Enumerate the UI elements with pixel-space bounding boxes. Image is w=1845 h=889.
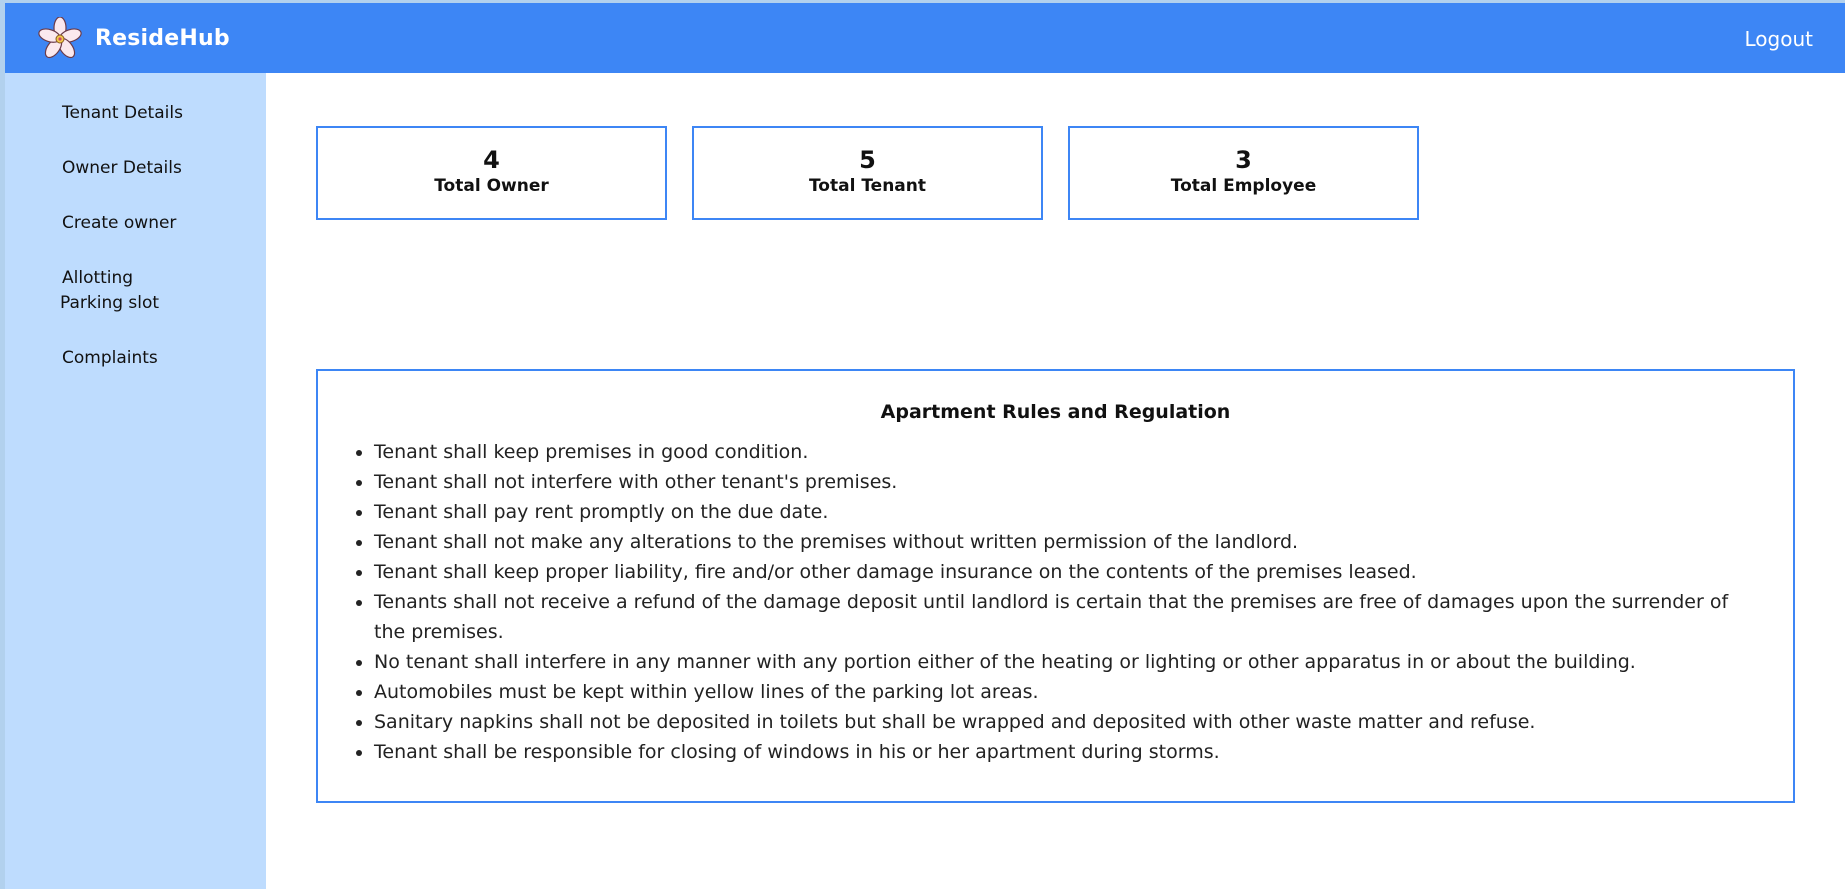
rule-item: Sanitary napkins shall not be deposited … [374,707,1734,737]
sidebar-item-label-line2: Parking slot [60,293,160,313]
rule-item: Tenant shall pay rent promptly on the du… [374,497,1734,527]
sidebar-item-complaints[interactable]: Complaints [62,346,158,371]
stat-value: 3 [1235,146,1252,174]
rules-panel: Apartment Rules and Regulation Tenant sh… [316,369,1795,803]
stat-value: 5 [859,146,876,174]
flower-logo-icon[interactable] [38,17,82,61]
logout-button[interactable]: Logout [1745,27,1813,51]
sidebar-item-tenant-details[interactable]: Tenant Details [62,101,183,126]
rule-item: Tenants shall not receive a refund of th… [374,587,1734,647]
sidebar-item-owner-details[interactable]: Owner Details [62,156,182,181]
rule-item: No tenant shall interfere in any manner … [374,647,1734,677]
main-content: 4 Total Owner 5 Total Tenant 3 Total Emp… [266,73,1845,889]
rule-item: Tenant shall keep proper liability, fire… [374,557,1734,587]
brand-name[interactable]: ResideHub [95,26,230,51]
sidebar-item-label: Owner Details [62,158,182,178]
sidebar-item-create-owner[interactable]: Create owner [62,211,176,236]
app-window: ResideHub Logout Tenant Details Owner De… [5,3,1845,889]
top-navbar: ResideHub Logout [5,3,1845,73]
rules-list: Tenant shall keep premises in good condi… [374,437,1734,767]
rules-title: Apartment Rules and Regulation [880,401,1231,423]
stat-card-total-employee: 3 Total Employee [1068,126,1419,220]
rule-item: Tenant shall not interfere with other te… [374,467,1734,497]
stat-card-total-tenant: 5 Total Tenant [692,126,1043,220]
sidebar-item-label: Create owner [62,213,177,233]
stat-label: Total Owner [434,176,549,196]
sidebar-item-allotting-parking-slot[interactable]: Allotting Parking slot [60,266,160,316]
sidebar-item-label: Tenant Details [62,103,183,123]
sidebar-item-label: Complaints [62,348,158,368]
rule-item: Tenant shall not make any alterations to… [374,527,1734,557]
rule-item: Automobiles must be kept within yellow l… [374,677,1734,707]
stat-label: Total Employee [1170,176,1317,196]
rule-item: Tenant shall be responsible for closing … [374,737,1734,767]
stat-label: Total Tenant [808,176,927,196]
sidebar-item-label-line1: Allotting [62,268,134,288]
rule-item: Tenant shall keep premises in good condi… [374,437,1734,467]
stat-card-total-owner: 4 Total Owner [316,126,667,220]
stat-value: 4 [483,146,500,174]
sidebar: Tenant Details Owner Details Create owne… [5,73,266,889]
